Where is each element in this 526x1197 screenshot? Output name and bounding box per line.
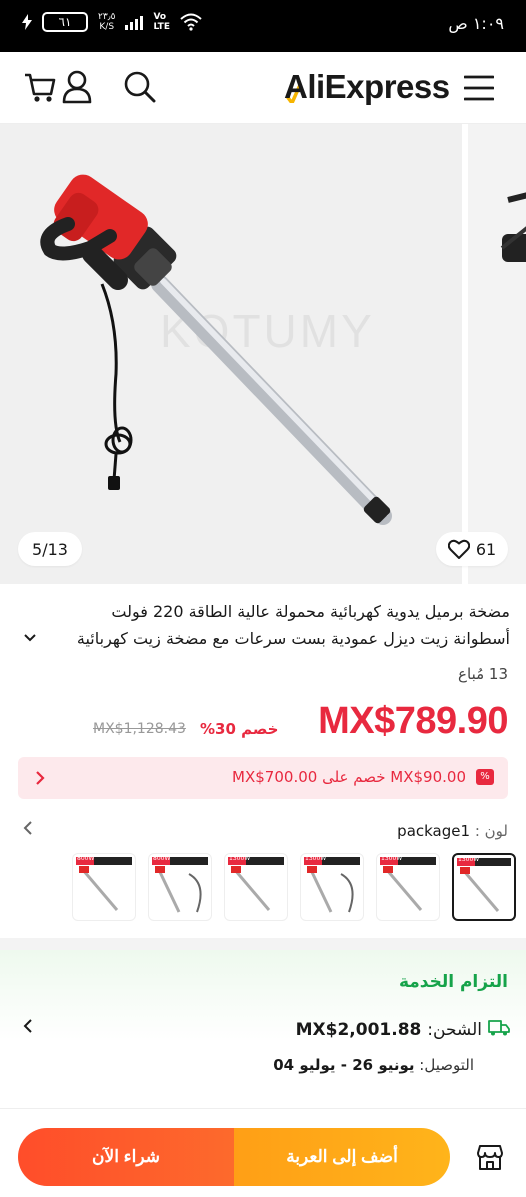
product-title-line-2: أسطوانة زيت ديزل عمودية بست سرعات مع مضخ… [76, 629, 510, 648]
coupon-banner[interactable]: % MX$90.00 خصم على MX$700.00 [18, 757, 508, 799]
wifi-icon [180, 13, 202, 31]
option-wattage: 1300W [458, 856, 480, 863]
product-image [40, 174, 392, 525]
next-image-preview[interactable] [462, 124, 526, 584]
option-wattage: 1300W [229, 855, 251, 862]
option-thumbnail [383, 866, 423, 911]
status-bar: ٦١ ٢٣٫٥ K/S Vo LTE ١:٠٩ ص [0, 0, 526, 52]
color-option-selected[interactable]: 1300W [452, 853, 516, 921]
shipping-info[interactable]: الشحن: MX$2,001.88 [296, 1020, 482, 1040]
color-selector-label: لون : package1 [397, 822, 508, 840]
next-image-thumb [500, 192, 526, 262]
color-label-key: لون : [474, 822, 508, 840]
expand-title-chevron-icon[interactable] [22, 630, 38, 646]
current-price: MX$789.90 [318, 700, 508, 742]
product-title-line-1: مضخة برميل يدوية كهربائية محمولة عالية ا… [111, 602, 510, 621]
coupon-badge-icon: % [476, 769, 494, 785]
color-options: 800W 800W 1300W 1300W 1300W 1300W [72, 853, 520, 923]
discount-badge: خصم 30% [200, 720, 279, 738]
service-title: التزام الخدمة [398, 972, 508, 992]
delivery-dates: يونيو 26 - يوليو 04 [273, 1056, 415, 1074]
battery-indicator: ٦١ [42, 12, 88, 32]
charging-icon [22, 14, 32, 30]
option-thumbnail [460, 867, 500, 912]
chevron-right-icon [36, 771, 45, 785]
network-speed: ٢٣٫٥ K/S [98, 12, 116, 32]
image-counter: 5/13 [18, 532, 82, 566]
color-option[interactable]: 1300W [300, 853, 364, 921]
wishlist-button[interactable]: 61 [436, 532, 508, 566]
clock: ١:٠٩ ص [448, 14, 504, 33]
sold-count: 13 مُباع [458, 665, 508, 683]
cart-icon[interactable] [24, 70, 56, 104]
option-thumbnail [231, 866, 271, 911]
menu-icon[interactable] [464, 74, 494, 102]
option-thumbnail [155, 866, 202, 913]
wishlist-count: 61 [475, 539, 497, 559]
add-to-cart-button[interactable]: أضف إلى العربة [234, 1128, 450, 1186]
shipping-cost: MX$2,001.88 [295, 1020, 422, 1040]
section-divider [0, 938, 526, 950]
product-title[interactable]: مضخة برميل يدوية كهربائية محمولة عالية ا… [18, 598, 510, 652]
option-thumbnail [307, 866, 354, 913]
heart-icon [447, 539, 470, 559]
product-image-gallery[interactable]: KOTUMY 5/13 61 [0, 124, 526, 584]
truck-icon [488, 1020, 510, 1036]
purchase-buttons: شراء الآن أضف إلى العربة [18, 1128, 450, 1186]
color-selected-value: package1 [397, 822, 471, 840]
top-nav: AliExpress [0, 52, 526, 124]
volte-indicator: Vo LTE [153, 12, 170, 32]
delivery-info: التوصيل: يونيو 26 - يوليو 04 [273, 1056, 474, 1074]
option-thumbnail [79, 866, 119, 911]
search-icon[interactable] [124, 70, 156, 104]
option-wattage: 1300W [381, 855, 403, 862]
shipping-label: الشحن: [427, 1020, 482, 1040]
aliexpress-logo[interactable]: AliExpress [284, 68, 450, 106]
color-option[interactable]: 800W [148, 853, 212, 921]
coupon-text: MX$90.00 خصم على MX$700.00 [232, 768, 466, 786]
chevron-left-icon[interactable] [22, 1018, 34, 1034]
signal-icon [125, 14, 144, 30]
option-wattage: 800W [77, 855, 95, 862]
original-price: MX$1,128.43 [93, 721, 186, 737]
store-icon[interactable] [476, 1143, 504, 1171]
color-option[interactable]: 1300W [224, 853, 288, 921]
chevron-left-icon[interactable] [22, 820, 34, 836]
option-wattage: 1300W [305, 855, 327, 862]
color-option[interactable]: 800W [72, 853, 136, 921]
buy-now-button[interactable]: شراء الآن [18, 1128, 234, 1186]
color-option[interactable]: 1300W [376, 853, 440, 921]
user-icon[interactable] [62, 70, 92, 104]
status-icons: ٦١ ٢٣٫٥ K/S Vo LTE [22, 12, 202, 32]
delivery-label: التوصيل: [419, 1056, 474, 1074]
option-wattage: 800W [153, 855, 171, 862]
